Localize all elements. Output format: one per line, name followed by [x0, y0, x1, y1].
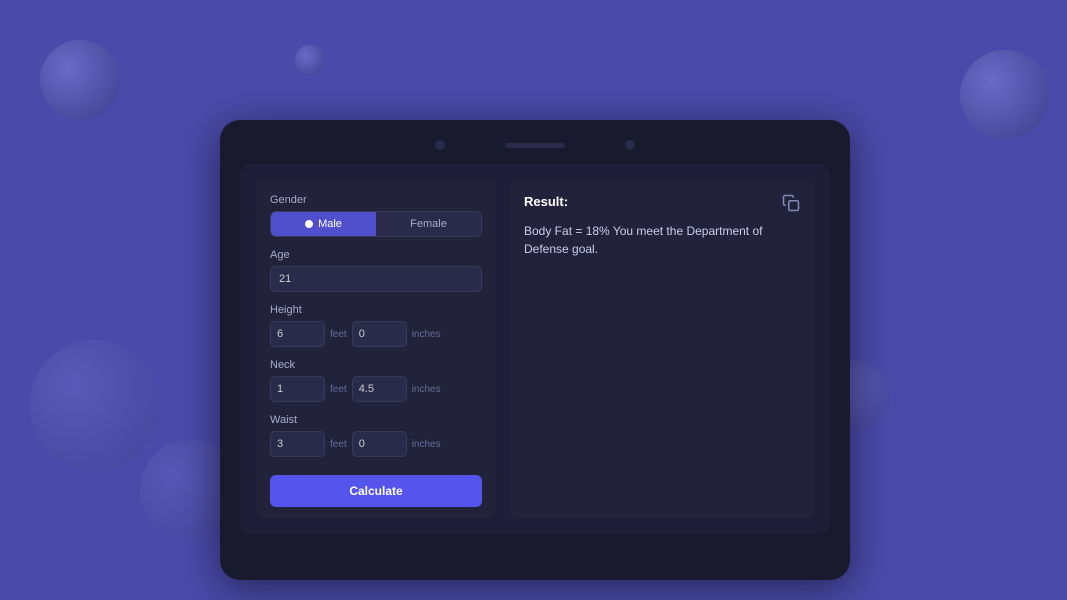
height-inches-label: inches: [412, 329, 441, 340]
result-panel: Result: Body Fat = 18% You meet the Depa…: [510, 180, 814, 518]
waist-feet-label: feet: [330, 439, 347, 450]
bg-circle-3: [960, 50, 1050, 140]
result-title: Result:: [524, 194, 568, 209]
gender-male[interactable]: Male: [271, 212, 376, 236]
age-group: Age: [270, 249, 482, 292]
bg-circle-1: [40, 40, 120, 120]
waist-inches-label: inches: [412, 439, 441, 450]
waist-fi-row: feet inches: [270, 431, 482, 457]
waist-label: Waist: [270, 414, 482, 426]
tablet-speaker: [505, 143, 565, 148]
gender-female-label: Female: [410, 218, 447, 230]
gender-female[interactable]: Female: [376, 212, 481, 236]
neck-inches-input[interactable]: [352, 376, 407, 402]
height-feet-label: feet: [330, 329, 347, 340]
age-label: Age: [270, 249, 482, 261]
neck-inches-label: inches: [412, 384, 441, 395]
neck-group: Neck feet inches: [270, 359, 482, 402]
tablet-camera-right: [625, 140, 635, 150]
neck-feet-input[interactable]: [270, 376, 325, 402]
radio-dot: [305, 220, 313, 228]
height-group: Height feet inches: [270, 304, 482, 347]
bg-circle-2: [295, 45, 325, 75]
gender-group: Gender Male Female: [270, 194, 482, 237]
gender-label: Gender: [270, 194, 482, 206]
tablet-device: Gender Male Female Age Height: [220, 120, 850, 580]
calculate-button[interactable]: Calculate: [270, 475, 482, 507]
height-inches-input[interactable]: [352, 321, 407, 347]
tablet-camera: [435, 140, 445, 150]
bg-circle-4: [30, 340, 160, 470]
waist-inches-input[interactable]: [352, 431, 407, 457]
copy-icon[interactable]: [782, 194, 800, 212]
height-label: Height: [270, 304, 482, 316]
height-feet-input[interactable]: [270, 321, 325, 347]
neck-feet-label: feet: [330, 384, 347, 395]
age-input[interactable]: [270, 266, 482, 292]
neck-label: Neck: [270, 359, 482, 371]
result-text: Body Fat = 18% You meet the Department o…: [524, 222, 800, 258]
waist-group: Waist feet inches: [270, 414, 482, 457]
gender-toggle: Male Female: [270, 211, 482, 237]
gender-male-label: Male: [318, 218, 342, 230]
neck-fi-row: feet inches: [270, 376, 482, 402]
form-panel: Gender Male Female Age Height: [256, 180, 496, 518]
waist-feet-input[interactable]: [270, 431, 325, 457]
height-fi-row: feet inches: [270, 321, 482, 347]
